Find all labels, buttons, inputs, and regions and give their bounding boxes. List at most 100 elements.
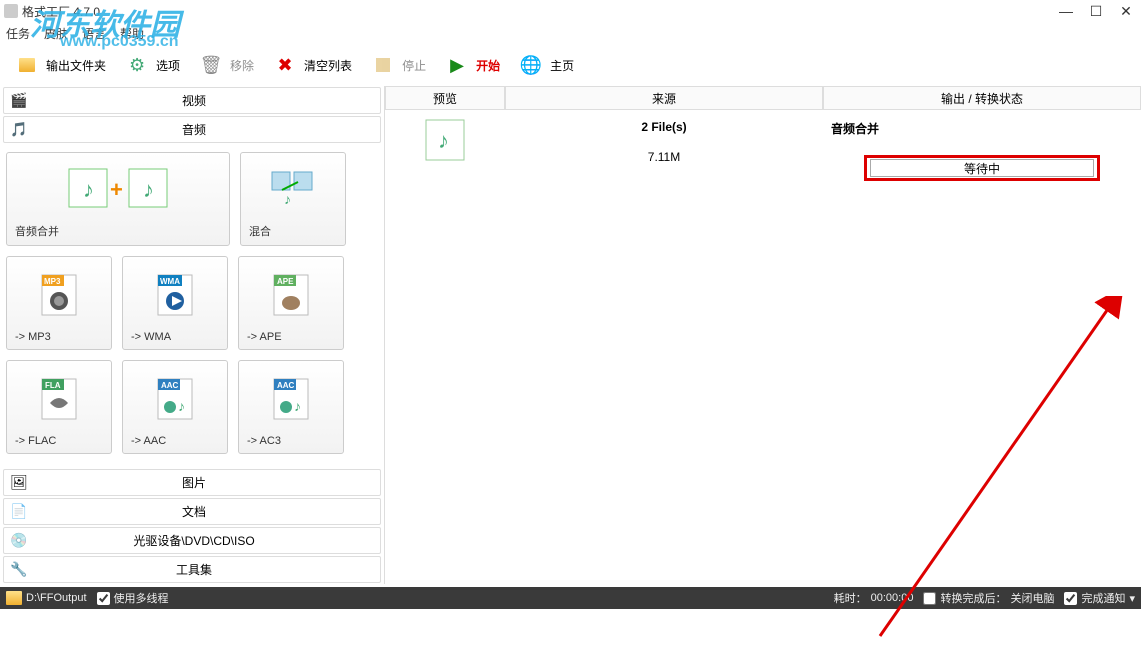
home-button[interactable]: 🌐 主页 xyxy=(510,48,580,82)
col-preview[interactable]: 预览 xyxy=(385,86,505,110)
svg-text:♪: ♪ xyxy=(284,191,291,207)
notify-section[interactable]: 完成通知 ▾ xyxy=(1064,590,1135,606)
sidebar: 🎬 视频 🎵 音频 ♪+♪ 音频合并 ♪ 混合 MP3 xyxy=(0,86,384,584)
notify-label: 完成通知 xyxy=(1081,590,1125,606)
tools-icon: 🔧 xyxy=(8,560,30,580)
film-icon: 🎬 xyxy=(8,91,30,111)
tile-aac-label: -> AAC xyxy=(123,435,166,447)
task-status-box: 等待中 xyxy=(870,159,1094,177)
category-audio-label: 音频 xyxy=(34,121,380,138)
menu-language[interactable]: 语言 xyxy=(82,25,106,42)
ape-icon: APE xyxy=(264,257,318,331)
ac3-icon: AAC♪ xyxy=(264,361,318,435)
category-toolset[interactable]: 🔧 工具集 xyxy=(3,556,381,583)
task-type: 音频合并 xyxy=(823,120,879,137)
svg-text:WMA: WMA xyxy=(160,277,180,286)
remove-button[interactable]: 🗑 移除 xyxy=(190,48,260,82)
status-bar: D:\FFOutput 使用多线程 耗时： 00:00:00 转换完成后： 关闭… xyxy=(0,587,1141,609)
home-label: 主页 xyxy=(550,57,574,74)
category-document[interactable]: 📄 文档 xyxy=(3,498,381,525)
flac-icon: FLA xyxy=(32,361,86,435)
play-icon: ▶ xyxy=(442,50,472,80)
svg-text:♪: ♪ xyxy=(294,398,301,414)
task-file-count: 2 File(s) xyxy=(641,120,686,134)
window-controls: — ☐ ✕ xyxy=(1051,0,1141,22)
tile-wma[interactable]: WMA -> WMA xyxy=(122,256,228,350)
app-icon xyxy=(4,4,18,18)
multithread-section[interactable]: 使用多线程 xyxy=(97,590,169,606)
output-folder-label: 输出文件夹 xyxy=(46,57,106,74)
elapsed-section: 耗时： 00:00:00 xyxy=(834,590,914,606)
remove-icon: 🗑 xyxy=(196,50,226,80)
stop-icon xyxy=(368,50,398,80)
tile-audio-merge[interactable]: ♪+♪ 音频合并 xyxy=(6,152,230,246)
menu-bar: 任务 皮肤 语言 帮助 xyxy=(0,22,1141,44)
merge-icon: ♪+♪ xyxy=(63,153,173,223)
task-source: 2 File(s) 7.11M xyxy=(505,116,823,181)
minimize-button[interactable]: — xyxy=(1051,0,1081,22)
col-output[interactable]: 输出 / 转换状态 xyxy=(823,86,1141,110)
category-video[interactable]: 🎬 视频 xyxy=(3,87,381,114)
menu-help[interactable]: 帮助 xyxy=(120,25,144,42)
toolbar: 输出文件夹 ⚙ 选项 🗑 移除 ✖ 清空列表 停止 ▶ 开始 🌐 主页 xyxy=(0,44,1141,86)
category-toolset-label: 工具集 xyxy=(34,561,380,578)
disc-icon: 💿 xyxy=(8,531,30,551)
tile-aac[interactable]: AAC ♪ -> AAC xyxy=(122,360,228,454)
svg-text:♪: ♪ xyxy=(143,177,154,202)
clear-label: 清空列表 xyxy=(304,57,352,74)
remove-label: 移除 xyxy=(230,57,254,74)
svg-text:MP3: MP3 xyxy=(44,277,61,286)
status-right: 耗时： 00:00:00 转换完成后： 关闭电脑 完成通知 ▾ xyxy=(834,590,1135,606)
start-label: 开始 xyxy=(476,57,500,74)
col-source[interactable]: 来源 xyxy=(505,86,823,110)
notify-checkbox[interactable] xyxy=(1064,592,1077,605)
menu-skin[interactable]: 皮肤 xyxy=(44,25,68,42)
chevron-down-icon[interactable]: ▾ xyxy=(1129,592,1135,605)
output-folder-button[interactable]: 输出文件夹 xyxy=(6,48,112,82)
audio-tiles-panel: ♪+♪ 音频合并 ♪ 混合 MP3 -> MP3 WMA -> xyxy=(0,144,384,468)
task-header: 预览 来源 输出 / 转换状态 xyxy=(385,86,1141,110)
after-convert-checkbox[interactable] xyxy=(923,592,936,605)
tile-mix[interactable]: ♪ 混合 xyxy=(240,152,346,246)
tile-flac-label: -> FLAC xyxy=(7,435,56,447)
svg-text:AAC: AAC xyxy=(161,381,179,390)
title-bar: 格式工厂 4.7.0 — ☐ ✕ xyxy=(0,0,1141,22)
after-convert-section[interactable]: 转换完成后： 关闭电脑 xyxy=(923,590,1054,606)
tile-flac[interactable]: FLA -> FLAC xyxy=(6,360,112,454)
category-audio[interactable]: 🎵 音频 xyxy=(3,116,381,143)
audio-file-icon: ♪ xyxy=(422,116,468,162)
options-button[interactable]: ⚙ 选项 xyxy=(116,48,186,82)
category-picture[interactable]: 🖼 图片 xyxy=(3,469,381,496)
music-icon: 🎵 xyxy=(8,120,30,140)
stop-button[interactable]: 停止 xyxy=(362,48,432,82)
task-row[interactable]: ♪ 2 File(s) 7.11M 音频合并 等待中 xyxy=(385,110,1141,187)
close-button[interactable]: ✕ xyxy=(1111,0,1141,22)
task-file-size: 7.11M xyxy=(648,150,680,164)
tile-ape-label: -> APE xyxy=(239,331,282,343)
multithread-checkbox[interactable] xyxy=(97,592,110,605)
options-label: 选项 xyxy=(156,57,180,74)
task-preview: ♪ xyxy=(385,116,505,181)
picture-icon: 🖼 xyxy=(8,473,30,493)
svg-text:♪: ♪ xyxy=(178,398,185,414)
output-path-section[interactable]: D:\FFOutput xyxy=(6,591,87,605)
maximize-button[interactable]: ☐ xyxy=(1081,0,1111,22)
document-icon: 📄 xyxy=(8,502,30,522)
after-convert-label: 转换完成后： xyxy=(940,590,1006,606)
tile-mp3[interactable]: MP3 -> MP3 xyxy=(6,256,112,350)
tile-ac3[interactable]: AAC♪ -> AC3 xyxy=(238,360,344,454)
tile-ape[interactable]: APE -> APE xyxy=(238,256,344,350)
start-button[interactable]: ▶ 开始 xyxy=(436,48,506,82)
clear-list-button[interactable]: ✖ 清空列表 xyxy=(264,48,358,82)
category-rom[interactable]: 💿 光驱设备\DVD\CD\ISO xyxy=(3,527,381,554)
output-path-text: D:\FFOutput xyxy=(26,592,87,604)
task-status-text: 等待中 xyxy=(964,160,1000,177)
elapsed-time: 00:00:00 xyxy=(871,592,914,604)
category-rom-label: 光驱设备\DVD\CD\ISO xyxy=(34,532,380,549)
svg-text:APE: APE xyxy=(277,277,294,286)
stop-label: 停止 xyxy=(402,57,426,74)
menu-task[interactable]: 任务 xyxy=(6,25,30,42)
svg-text:+: + xyxy=(110,177,123,202)
svg-text:♪: ♪ xyxy=(438,128,449,153)
gear-icon: ⚙ xyxy=(122,50,152,80)
